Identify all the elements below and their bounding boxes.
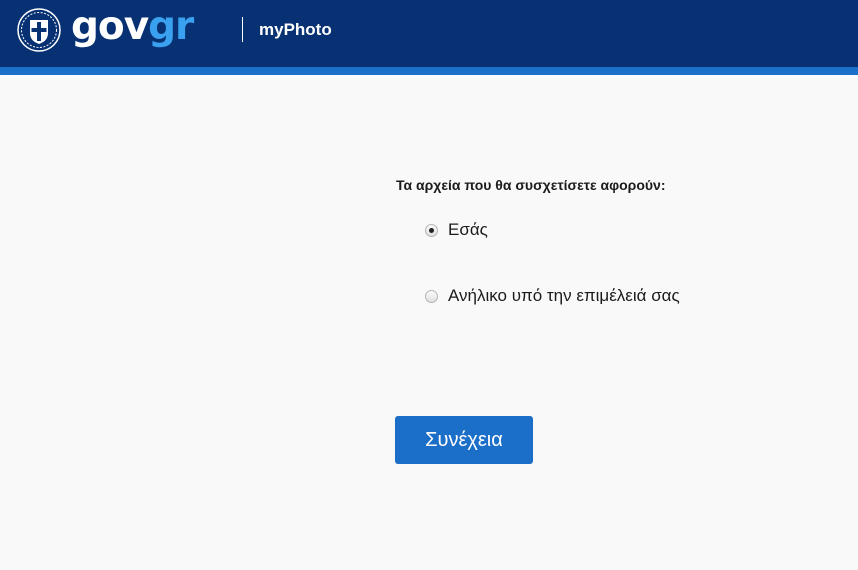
site-header: govgr myPhoto xyxy=(0,0,858,67)
header-accent-stripe xyxy=(0,67,858,75)
radio-yourself[interactable] xyxy=(425,223,438,237)
logo-gr-text: gr xyxy=(148,4,194,49)
app-name: myPhoto xyxy=(259,20,332,39)
logo-gov-text: gov xyxy=(71,4,149,49)
continue-button[interactable]: Συνέχεια xyxy=(395,416,533,464)
govgr-logo[interactable]: govgr xyxy=(71,4,194,50)
option-yourself[interactable]: Εσάς xyxy=(425,220,488,240)
header-divider xyxy=(242,17,243,42)
option-minor[interactable]: Ανήλικο υπό την επιμέλειά σας xyxy=(425,286,680,306)
question-label: Τα αρχεία που θα συσχετίσετε αφορούν: xyxy=(396,177,666,193)
radio-minor[interactable] xyxy=(425,289,438,303)
option-yourself-label[interactable]: Εσάς xyxy=(448,220,488,240)
option-minor-label[interactable]: Ανήλικο υπό την επιμέλειά σας xyxy=(448,286,680,306)
greek-state-emblem-icon xyxy=(17,8,61,52)
